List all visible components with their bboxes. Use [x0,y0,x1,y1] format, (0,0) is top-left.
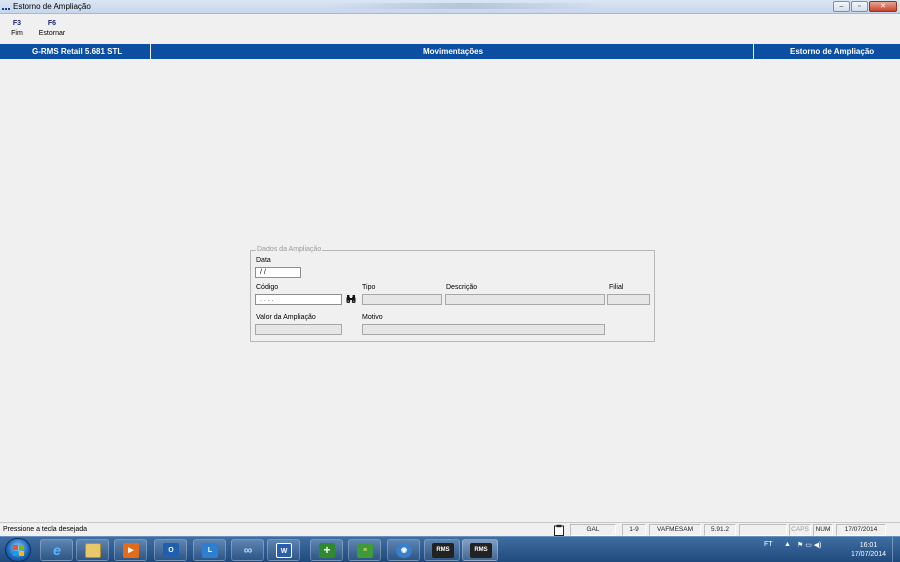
tray-language[interactable]: FT [764,541,773,548]
taskbar-network[interactable]: ◉ [387,539,420,561]
rms-app-icon: RMS [432,543,454,558]
folder-icon [85,543,101,558]
windows-logo-icon [13,545,24,556]
taskbar-lync[interactable]: L [193,539,226,561]
window-controls: – ▫ ✕ [832,1,897,13]
network-icon: ◉ [396,543,412,558]
status-bar: Pressione a tecla desejada GAL 1-9 VAFME… [0,522,900,536]
descricao-field [445,294,605,305]
window-title-bar: Estorno de Ampliação – ▫ ✕ [0,0,900,14]
taskbar-connector[interactable]: ∞ [231,539,264,561]
function-key-toolbar: F3 Fim F6 Estornar [0,14,900,44]
taskbar-clock[interactable]: 16:01 17/07/2014 [851,541,886,559]
outlook-icon: O [163,543,179,558]
minimize-icon[interactable]: – [833,1,850,12]
taskbar-media[interactable]: ▶ [114,539,147,561]
fim-key: F3 [12,20,22,27]
maximize-icon[interactable]: ▫ [851,1,868,12]
status-range: 1-9 [622,524,646,536]
app-icon [2,5,11,10]
windows-taskbar: e ▶ O L ∞ W + ≡ ◉ RMS RMS FT ▲ ⚑ ▭ ◀) 16… [0,536,900,562]
data-value: / / [260,269,266,276]
lync-icon: L [202,543,218,558]
header-band: G-RMS Retail 5.681 STL Movimentações Est… [0,44,900,59]
status-version: 5.91.2 [704,524,736,536]
section-title: Movimentações [423,47,484,56]
status-num: NUM [813,524,833,536]
status-empty [739,524,787,536]
title-decoration [330,3,600,9]
close-icon[interactable]: ✕ [869,1,897,12]
estornar-label: Estornar [38,30,66,37]
tipo-field [362,294,442,305]
filial-label: Filial [609,284,624,291]
screen-title: Estorno de Ampliação [790,47,875,56]
tray-icons[interactable]: ⚑ ▭ ◀) [797,541,822,549]
add-tool-icon: + [319,543,335,558]
word-icon: W [276,543,292,558]
clipboard-icon[interactable] [553,524,565,536]
filial-field [607,294,650,305]
header-separator [150,44,151,59]
status-gal: GAL [570,524,616,536]
status-caps: CAPS [789,524,811,536]
taskbar-ie[interactable]: e [40,539,73,561]
window-title: Estorno de Ampliação [13,2,91,11]
codigo-value: . . . . [260,296,274,303]
taskbar-explorer[interactable] [76,539,109,561]
fim-button[interactable]: F3 Fim [9,20,25,37]
connector-icon: ∞ [243,543,253,557]
motivo-label: Motivo [362,314,383,321]
descricao-label: Descrição [446,284,478,291]
status-message: Pressione a tecla desejada [3,526,88,533]
group-legend: Dados da Ampliação [256,246,323,253]
rms-app-icon: RMS [470,543,492,558]
status-date: 17/07/2014 [836,524,886,536]
status-user: VAFMESAM [649,524,701,536]
estornar-button[interactable]: F6 Estornar [36,20,68,37]
taskbar-word[interactable]: W [267,539,300,561]
data-label: Data [256,257,271,264]
motivo-field [362,324,605,335]
media-player-icon: ▶ [123,543,139,558]
header-separator [753,44,754,59]
binoculars-icon[interactable] [346,294,356,304]
stack-tool-icon: ≡ [357,543,373,558]
fim-label: Fim [11,30,23,37]
taskbar-add-tool[interactable]: + [310,539,343,561]
show-desktop-button[interactable] [892,537,900,562]
codigo-input[interactable]: . . . . [255,294,342,305]
valor-label: Valor da Ampliação [256,314,316,321]
internet-explorer-icon: e [53,542,61,558]
valor-field [255,324,342,335]
app-version: G-RMS Retail 5.681 STL [32,47,123,56]
tipo-label: Tipo [362,284,376,291]
start-button[interactable] [5,538,31,562]
taskbar-stack-tool[interactable]: ≡ [348,539,381,561]
dados-ampliacao-group: Dados da Ampliação Data / / Código . . .… [250,246,655,342]
clock-time: 16:01 [859,542,878,549]
estornar-key: F6 [47,20,57,27]
taskbar-rms-1[interactable]: RMS [424,539,460,561]
tray-expand-icon[interactable]: ▲ [784,541,791,548]
clock-date: 17/07/2014 [850,551,886,558]
taskbar-outlook[interactable]: O [154,539,187,561]
data-input[interactable]: / / [255,267,301,278]
codigo-label: Código [256,284,279,291]
taskbar-rms-2[interactable]: RMS [462,539,498,561]
